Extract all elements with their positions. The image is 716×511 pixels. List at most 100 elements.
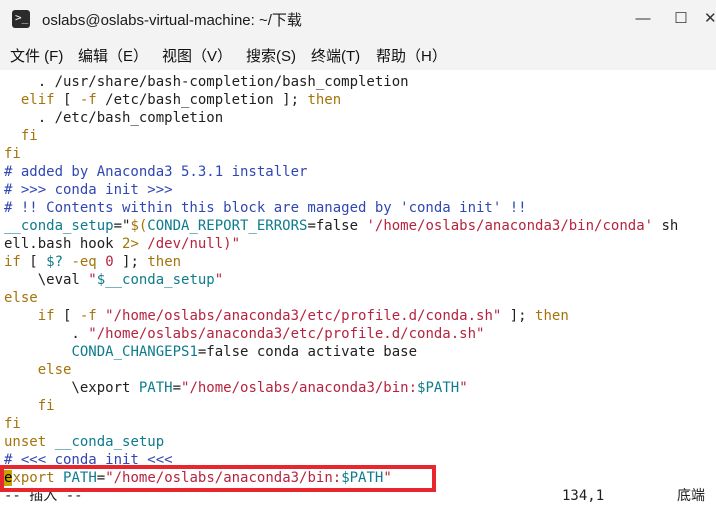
code-token: " bbox=[214, 272, 224, 288]
menu-terminal[interactable]: 终端(T) bbox=[311, 45, 360, 66]
code-token: \export bbox=[4, 380, 139, 396]
menu-search[interactable]: 搜索(S) bbox=[246, 45, 296, 66]
terminal-icon-glyph: >_ bbox=[15, 11, 29, 24]
editor-line: unset __conda_setup bbox=[4, 433, 164, 451]
menu-help[interactable]: 帮助（H） bbox=[376, 45, 447, 66]
code-token: then bbox=[535, 308, 569, 324]
maximize-button[interactable]: ☐ bbox=[669, 7, 693, 31]
terminal-icon: >_ bbox=[12, 10, 30, 28]
editor-line: __conda_setup="$(CONDA_REPORT_ERRORS=fal… bbox=[4, 217, 678, 235]
highlight-annotation-box bbox=[0, 465, 436, 492]
code-token: . bbox=[4, 326, 89, 342]
code-token: # !! Contents within this block are mana… bbox=[4, 200, 527, 216]
code-token: CONDA_REPORT_ERRORS bbox=[147, 218, 308, 234]
code-token: # >>> conda init >>> bbox=[4, 182, 173, 198]
menu-file[interactable]: 文件 (F) bbox=[10, 45, 63, 66]
minimize-button[interactable]: — bbox=[631, 7, 655, 31]
editor-line: \eval "$__conda_setup" bbox=[4, 271, 223, 289]
code-token: '/home/oslabs/anaconda3/bin/conda' bbox=[366, 218, 654, 234]
editor-line: if [ $? -eq 0 ]; then bbox=[4, 253, 181, 271]
code-token: unset bbox=[4, 434, 47, 450]
code-token: CONDA_CHANGEPS1 bbox=[71, 344, 198, 360]
editor-line: fi bbox=[4, 415, 21, 433]
code-token: [ bbox=[20, 254, 47, 270]
terminal-editor[interactable]: . /usr/share/bash-completion/bash_comple… bbox=[0, 72, 716, 511]
code-token: ]; bbox=[501, 308, 536, 324]
menu-view[interactable]: 视图（V） bbox=[162, 45, 232, 66]
code-token: $PATH bbox=[417, 380, 460, 396]
code-token: sh bbox=[653, 218, 679, 234]
code-token: " bbox=[88, 272, 97, 288]
code-token: fi bbox=[37, 398, 55, 414]
code-token: /etc/bash_completion ]; bbox=[96, 92, 308, 108]
editor-line: . "/home/oslabs/anaconda3/etc/profile.d/… bbox=[4, 325, 484, 343]
code-token: elif bbox=[20, 92, 55, 108]
code-token: "/home/oslabs/anaconda3/etc/profile.d/co… bbox=[105, 308, 502, 324]
code-token: \eval bbox=[4, 272, 89, 288]
code-token: ell.bash hook bbox=[4, 236, 123, 252]
editor-line: # >>> conda init >>> bbox=[4, 181, 173, 199]
code-token: . /usr/share/bash-completion/bash_comple… bbox=[4, 74, 409, 90]
code-token: . /etc/bash_completion bbox=[4, 110, 224, 126]
editor-line: . /etc/bash_completion bbox=[4, 109, 223, 127]
code-token: fi bbox=[4, 146, 21, 162]
editor-line: elif [ -f /etc/bash_completion ]; then bbox=[4, 91, 341, 109]
code-token: then bbox=[307, 92, 342, 108]
code-token: if bbox=[4, 254, 21, 270]
code-token: if bbox=[37, 308, 55, 324]
code-token: "/home/oslabs/anaconda3/etc/profile.d/co… bbox=[88, 326, 485, 342]
status-cursor-position: 134,1 bbox=[562, 488, 605, 504]
menu-bar: 文件 (F) 编辑（E） 视图（V） 搜索(S) 终端(T) 帮助（H） bbox=[0, 38, 716, 70]
editor-line: ell.bash hook 2> /dev/null)" bbox=[4, 235, 240, 253]
code-token: = bbox=[172, 380, 182, 396]
status-scroll-position: 底端 bbox=[677, 488, 705, 504]
code-token: __conda_setup bbox=[54, 434, 165, 450]
editor-line: # added by Anaconda3 5.3.1 installer bbox=[4, 163, 307, 181]
code-token: /dev/null)" bbox=[138, 236, 241, 252]
code-token: ]; bbox=[113, 254, 148, 270]
editor-line: fi bbox=[4, 397, 55, 415]
code-token: __conda_setup bbox=[4, 218, 114, 234]
editor-line: # !! Contents within this block are mana… bbox=[4, 199, 527, 217]
code-token: else bbox=[37, 362, 72, 378]
code-token: fi bbox=[20, 128, 38, 144]
code-token: [ bbox=[54, 308, 80, 324]
code-token: fi bbox=[4, 416, 21, 432]
code-token: -eq bbox=[71, 254, 97, 270]
code-token: [ bbox=[54, 92, 80, 108]
code-token: PATH bbox=[138, 380, 173, 396]
code-token: 2> bbox=[122, 236, 139, 252]
code-token: else bbox=[4, 290, 38, 306]
code-token: $__conda_setup bbox=[96, 272, 215, 288]
editor-line: if [ -f "/home/oslabs/anaconda3/etc/prof… bbox=[4, 307, 569, 325]
code-token: $( bbox=[130, 218, 148, 234]
title-bar: >_ oslabs@oslabs-virtual-machine: ~/下载 —… bbox=[0, 0, 716, 38]
close-button[interactable]: ✕ bbox=[704, 7, 716, 31]
editor-line: else bbox=[4, 361, 72, 379]
code-token: $? bbox=[46, 254, 64, 270]
code-token: =" bbox=[113, 218, 131, 234]
window-title: oslabs@oslabs-virtual-machine: ~/下载 bbox=[42, 12, 302, 29]
code-token: -f bbox=[79, 308, 97, 324]
code-token: 0 bbox=[105, 254, 114, 270]
code-token: # added by Anaconda3 5.3.1 installer bbox=[4, 164, 308, 180]
editor-line: else bbox=[4, 289, 38, 307]
menu-edit[interactable]: 编辑（E） bbox=[78, 45, 148, 66]
code-token: "/home/oslabs/anaconda3/bin: bbox=[181, 380, 418, 396]
editor-line: . /usr/share/bash-completion/bash_comple… bbox=[4, 73, 409, 91]
code-token: =false conda activate base bbox=[197, 344, 418, 360]
editor-line: fi bbox=[4, 127, 38, 145]
editor-line: fi bbox=[4, 145, 21, 163]
editor-line: CONDA_CHANGEPS1=false conda activate bas… bbox=[4, 343, 417, 361]
code-token: =false bbox=[307, 218, 367, 234]
editor-line: \export PATH="/home/oslabs/anaconda3/bin… bbox=[4, 379, 467, 397]
